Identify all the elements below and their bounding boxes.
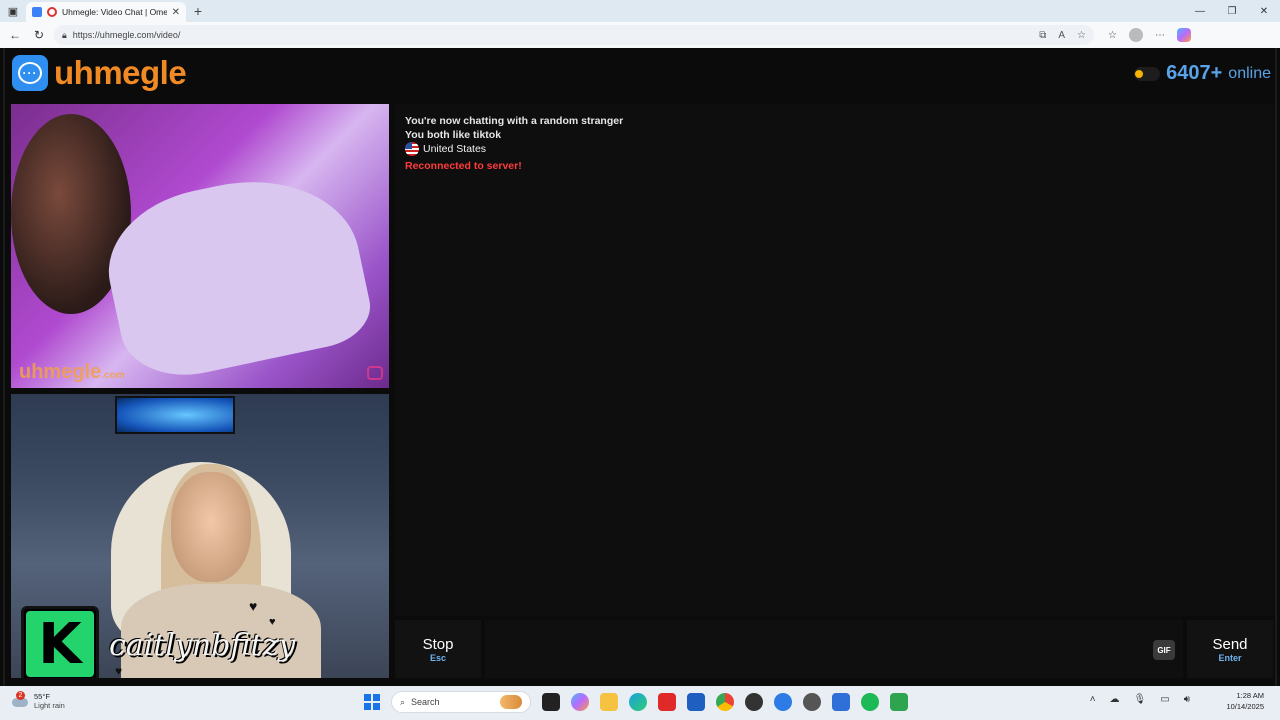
- common-interest-message: You both like tiktok: [405, 129, 502, 141]
- stop-button[interactable]: Stop Esc: [395, 620, 481, 678]
- gif-button[interactable]: GIF: [1153, 640, 1175, 660]
- favorites-icon[interactable]: ☆: [1108, 30, 1117, 41]
- chat-bubble-logo-icon[interactable]: ···: [12, 55, 48, 91]
- spotify-icon[interactable]: [861, 693, 879, 711]
- cloud-icon[interactable]: ☁: [1110, 694, 1120, 705]
- window-controls: — ❐ ✕: [1184, 6, 1280, 17]
- site-header: ··· uhmegle 6407+ online: [5, 48, 1275, 100]
- weather-temp: 55°F: [34, 692, 50, 701]
- online-indicator: 6407+ online: [1134, 62, 1271, 85]
- site-logo[interactable]: uhmegle: [54, 54, 187, 92]
- youtube-app-icon[interactable]: [658, 693, 676, 711]
- close-window-icon[interactable]: ✕: [1248, 6, 1280, 17]
- send-button[interactable]: Send Enter: [1187, 620, 1273, 678]
- file-explorer-icon[interactable]: [600, 693, 618, 711]
- weather-condition: Light rain: [34, 701, 65, 710]
- system-tray: ˄ ☁ 🎙︎ ▭ 🔊︎: [1090, 694, 1190, 705]
- chevron-up-icon[interactable]: ˄: [1090, 694, 1096, 705]
- streamer-name-overlay: caitlynbfitzy: [109, 628, 296, 663]
- notification-badge: 2: [16, 691, 25, 700]
- search-placeholder: Search: [411, 697, 440, 707]
- copilot-app-icon[interactable]: [571, 693, 589, 711]
- app-icon[interactable]: [774, 693, 792, 711]
- store-app-icon[interactable]: [687, 693, 705, 711]
- message-input[interactable]: GIF: [485, 620, 1183, 678]
- country-message: United States: [405, 142, 486, 156]
- open-in-app-icon[interactable]: ⧉: [1039, 30, 1046, 41]
- address-toolbar: ← ↻ 🔒︎ https://uhmegle.com/video/ ⧉ A ☆ …: [0, 22, 1280, 48]
- self-face: [171, 472, 251, 582]
- heart-icon: ♥: [249, 598, 258, 614]
- taskbar-search[interactable]: ⌕ Search: [391, 691, 531, 713]
- windows-taskbar: 2 55°F Light rain ⌕ Search ˄ ☁ 🎙︎ ▭ 🔊︎ 1…: [0, 686, 1280, 720]
- search-icon: ⌕: [400, 696, 406, 707]
- browser-tab-bar: ▣ Uhmegle: Video Chat | Ome ✕ + — ❐ ✕: [0, 0, 1280, 22]
- address-bar[interactable]: 🔒︎ https://uhmegle.com/video/ ⧉ A ☆: [54, 25, 1094, 45]
- search-highlight-icon: [500, 695, 522, 709]
- heart-icon: ♥: [115, 664, 123, 678]
- taskbar-apps: ⌕ Search: [364, 691, 908, 713]
- clock-time: 1:28 AM: [1236, 691, 1264, 700]
- profile-avatar[interactable]: [1128, 28, 1143, 42]
- country-name: United States: [423, 143, 487, 155]
- reconnect-status: Reconnected to server!: [405, 160, 522, 172]
- sun-icon: [1135, 69, 1144, 78]
- volume-icon[interactable]: 🔊︎: [1184, 694, 1190, 705]
- streaming-app-icon[interactable]: [890, 693, 908, 711]
- kick-letter: K: [26, 611, 94, 677]
- chat-input-bar: Stop Esc GIF Send Enter: [395, 620, 1273, 678]
- microphone-icon[interactable]: 🎙︎: [1134, 694, 1147, 705]
- more-options-icon[interactable]: ⋯: [1155, 30, 1165, 41]
- close-tab-icon[interactable]: ✕: [172, 7, 180, 18]
- chrome-icon[interactable]: [716, 693, 734, 711]
- watermark-chat-icon: [367, 366, 383, 380]
- new-tab-button[interactable]: +: [186, 3, 210, 19]
- network-icon[interactable]: ▭: [1160, 694, 1169, 705]
- tab-title: Uhmegle: Video Chat | Ome: [62, 7, 167, 17]
- security-shield-icon[interactable]: [832, 693, 850, 711]
- background-monitor: [115, 396, 235, 434]
- minimize-icon[interactable]: —: [1184, 6, 1216, 17]
- clock[interactable]: 1:28 AM 10/14/2025: [1226, 691, 1264, 713]
- back-icon[interactable]: ←: [6, 28, 24, 42]
- windows-start-icon[interactable]: [364, 694, 380, 710]
- task-view-icon[interactable]: [542, 693, 560, 711]
- read-aloud-icon[interactable]: A: [1058, 30, 1065, 41]
- watermark-text: uhmegle: [19, 361, 102, 383]
- weather-widget[interactable]: 2 55°F Light rain: [12, 691, 65, 710]
- lock-icon: 🔒︎: [62, 29, 67, 40]
- video-watermark: uhmegle.com: [19, 361, 125, 384]
- rain-cloud-icon: 2: [12, 691, 28, 709]
- watermark-suffix: .com: [101, 370, 125, 381]
- tab-actions-icon[interactable]: ▣: [0, 0, 26, 22]
- chat-log[interactable]: You're now chatting with a random strang…: [395, 104, 1273, 616]
- tab-workspace-icon: [32, 7, 42, 17]
- favorite-star-icon[interactable]: ☆: [1077, 30, 1086, 41]
- kick-logo: K: [21, 606, 99, 678]
- edge-browser-icon[interactable]: [629, 693, 647, 711]
- stop-key-hint: Esc: [429, 652, 446, 663]
- url-text: https://uhmegle.com/video/: [72, 30, 181, 40]
- maximize-icon[interactable]: ❐: [1216, 6, 1248, 17]
- self-video: K caitlynbfitzy ♥ ♥ ♥: [11, 394, 389, 678]
- page-content: ··· uhmegle 6407+ online uhmegle.com K c…: [3, 48, 1277, 686]
- clock-date: 10/14/2025: [1226, 701, 1264, 711]
- refresh-icon[interactable]: ↻: [30, 28, 48, 42]
- send-label: Send: [1212, 635, 1248, 653]
- obs-icon[interactable]: [745, 693, 763, 711]
- recording-icon: [47, 7, 57, 17]
- heart-icon: ♥: [269, 616, 276, 628]
- online-label: online: [1228, 64, 1271, 82]
- stop-label: Stop: [422, 635, 454, 653]
- stranger-video: uhmegle.com: [11, 104, 389, 388]
- steam-icon[interactable]: [803, 693, 821, 711]
- send-key-hint: Enter: [1218, 652, 1242, 663]
- theme-toggle[interactable]: [1134, 66, 1161, 81]
- online-count: 6407+: [1166, 62, 1223, 84]
- stranger-shirt: [95, 159, 377, 388]
- copilot-icon[interactable]: [1176, 28, 1191, 42]
- system-message: You're now chatting with a random strang…: [405, 115, 624, 127]
- browser-tab[interactable]: Uhmegle: Video Chat | Ome ✕: [26, 2, 186, 22]
- us-flag-icon: [405, 142, 419, 156]
